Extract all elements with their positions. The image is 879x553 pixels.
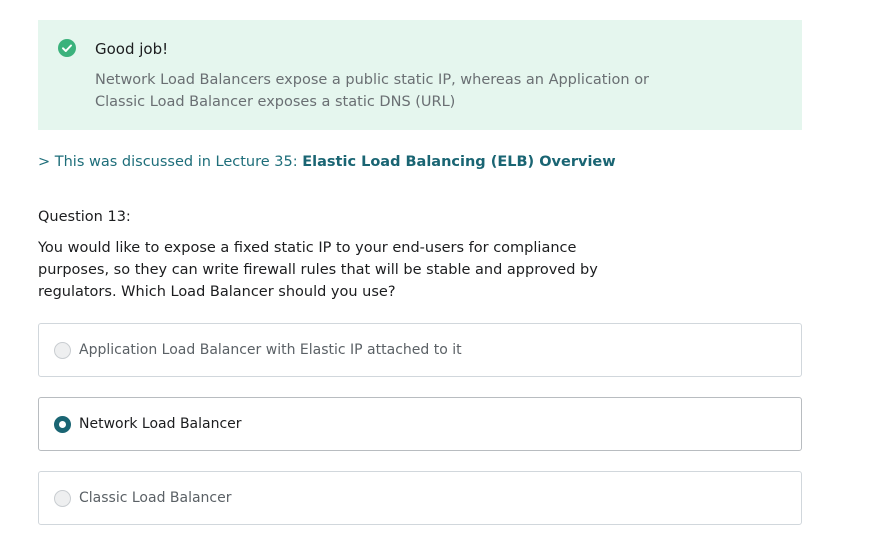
answer-option-label: Classic Load Balancer <box>79 490 232 506</box>
answer-option-label: Application Load Balancer with Elastic I… <box>79 342 462 358</box>
quiz-page: Good job! Network Load Balancers expose … <box>0 0 879 553</box>
lecture-reference-link[interactable]: > This was discussed in Lecture 35: Elas… <box>38 151 616 173</box>
feedback-panel: Good job! Network Load Balancers expose … <box>38 20 802 130</box>
feedback-title: Good job! <box>95 40 169 58</box>
radio-button-unchecked[interactable] <box>54 342 71 359</box>
answer-option-label: Network Load Balancer <box>79 416 242 432</box>
radio-button-unchecked[interactable] <box>54 490 71 507</box>
answer-option-3[interactable]: Classic Load Balancer <box>38 471 802 525</box>
answer-option-1[interactable]: Application Load Balancer with Elastic I… <box>38 323 802 377</box>
lecture-reference-title[interactable]: Elastic Load Balancing (ELB) Overview <box>302 154 615 170</box>
feedback-explanation: Network Load Balancers expose a public s… <box>95 72 650 110</box>
question-text: You would like to expose a fixed static … <box>38 240 598 300</box>
check-circle-icon <box>58 39 76 57</box>
answer-option-2[interactable]: Network Load Balancer <box>38 397 802 451</box>
question-number: Question 13: <box>38 209 131 225</box>
lecture-reference-prefix: > This was discussed in Lecture 35: <box>38 154 303 170</box>
radio-button-checked[interactable] <box>54 416 71 433</box>
